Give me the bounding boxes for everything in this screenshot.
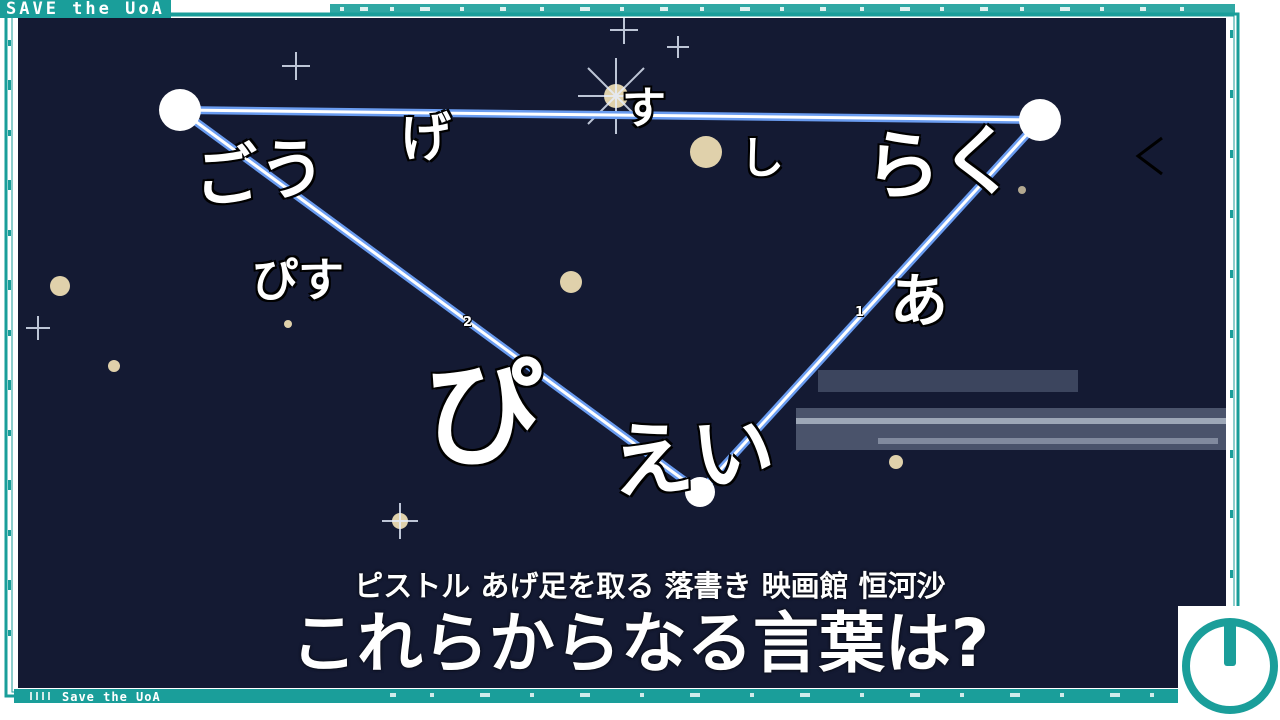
word-ge: げ xyxy=(398,107,455,171)
word-shi: し xyxy=(740,133,784,184)
word-pi: ぴ xyxy=(424,345,543,483)
question-text: これらからなる言葉は? xyxy=(290,605,990,682)
word-pisu: ぴす xyxy=(252,253,344,307)
brand-logo: SAVE the UoA xyxy=(0,0,171,18)
word-a: あ xyxy=(890,267,949,335)
brand-header: SAVE the UoA xyxy=(0,0,171,18)
word-ei: えい xyxy=(606,403,779,512)
line-number-1: 1 xyxy=(855,305,865,320)
word-raku: らく xyxy=(862,115,1019,212)
chevron-left-icon[interactable] xyxy=(1130,132,1170,180)
hint-text: ピストル あげ足を取る 落書き 映画館 恒河沙 xyxy=(354,569,946,603)
vertex-right xyxy=(1019,99,1061,141)
word-gou: ごう xyxy=(189,128,330,219)
vertex-left xyxy=(159,89,201,131)
footer-brand: Save the UoA xyxy=(62,690,161,704)
power-icon[interactable] xyxy=(1178,606,1280,720)
word-su: す xyxy=(622,83,666,134)
